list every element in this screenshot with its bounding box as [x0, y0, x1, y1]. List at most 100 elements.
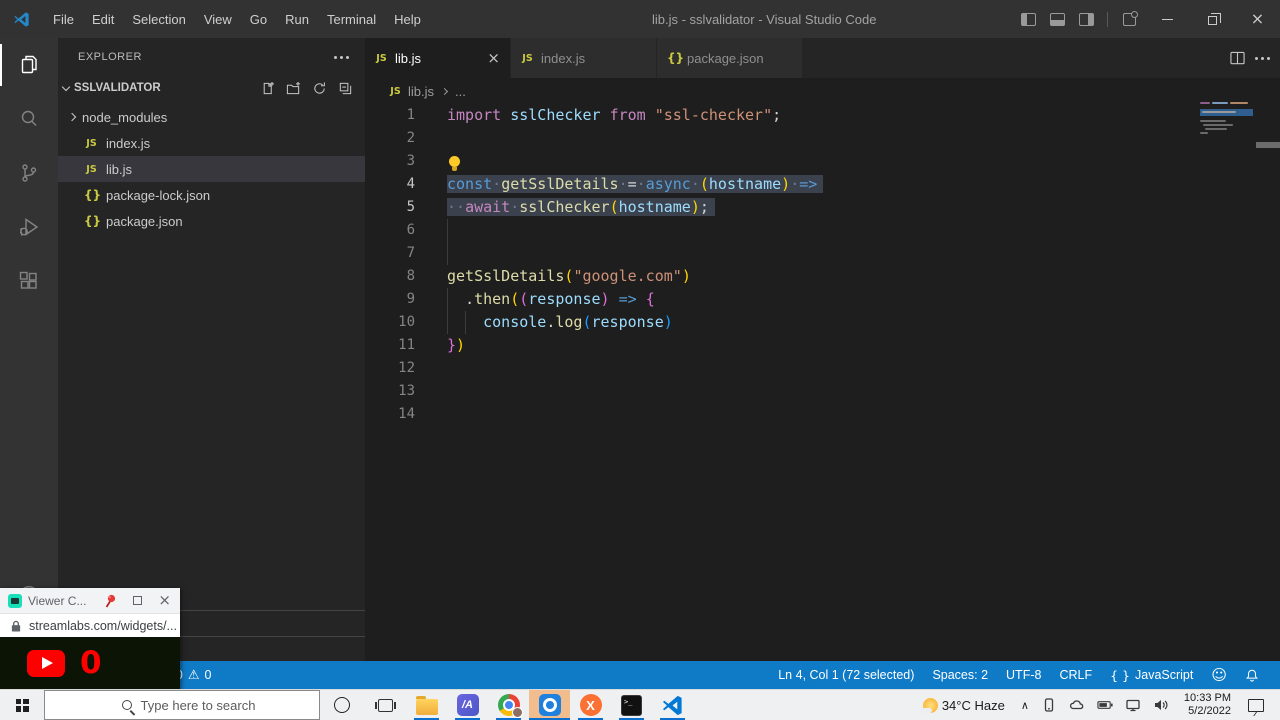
code-line-7[interactable]: 7: [365, 242, 1280, 265]
start-button[interactable]: [0, 690, 44, 720]
popup-close-icon[interactable]: ×: [158, 593, 171, 608]
toggle-panel-icon[interactable]: [1050, 13, 1065, 26]
code-area[interactable]: 1import sslChecker from "ssl-checker";23…: [365, 104, 1280, 426]
breadcrumb-chevron-icon: [441, 87, 448, 94]
popup-maximize-icon[interactable]: [133, 596, 142, 605]
minimize-button[interactable]: [1145, 0, 1190, 38]
status-indentation[interactable]: Spaces: 2: [923, 668, 997, 682]
menu-go[interactable]: Go: [241, 12, 276, 27]
code-line-2[interactable]: 2: [365, 127, 1280, 150]
code-line-3[interactable]: 3: [365, 150, 1280, 173]
activity-source-control[interactable]: [0, 146, 58, 200]
activity-search[interactable]: [0, 92, 58, 146]
menu-selection[interactable]: Selection: [123, 12, 194, 27]
cortana-button[interactable]: [320, 690, 364, 720]
task-view-button[interactable]: [364, 690, 406, 720]
status-encoding[interactable]: UTF-8: [997, 668, 1050, 682]
explorer-more-actions-icon[interactable]: [340, 56, 343, 59]
notifications-bell-icon[interactable]: [1236, 668, 1268, 683]
status-eol[interactable]: CRLF: [1050, 668, 1101, 682]
volume-tray-icon[interactable]: [1147, 690, 1175, 720]
popup-address-bar[interactable]: streamlabs.com/widgets/...: [0, 613, 180, 637]
taskbar-app-xampp[interactable]: X: [570, 690, 611, 720]
close-button[interactable]: ×: [1235, 0, 1280, 38]
breadcrumb[interactable]: JS lib.js ...: [365, 78, 1280, 104]
taskbar-clock[interactable]: 10:33 PM 5/2/2022: [1175, 690, 1240, 720]
onedrive-tray-icon[interactable]: [1063, 690, 1091, 720]
toggle-sidebar-icon[interactable]: [1021, 13, 1036, 26]
code-line-1[interactable]: 1import sslChecker from "ssl-checker";: [365, 104, 1280, 127]
tab-close-icon[interactable]: ×: [487, 51, 500, 66]
new-folder-icon[interactable]: [286, 81, 301, 96]
workspace-section-header[interactable]: SSLVALIDATOR: [58, 76, 365, 100]
code-line-11[interactable]: 11}): [365, 334, 1280, 357]
streamlabs-icon: [539, 694, 561, 716]
code-line-9[interactable]: 9 .then((response) => {: [365, 288, 1280, 311]
viewer-count-popup-window[interactable]: Viewer C... × streamlabs.com/widgets/...…: [0, 588, 180, 689]
taskbar-app-command-prompt[interactable]: >_: [611, 690, 652, 720]
popup-title-bar[interactable]: Viewer C... ×: [0, 588, 180, 613]
taskbar-app-chrome[interactable]: [488, 690, 529, 720]
popup-url[interactable]: streamlabs.com/widgets/...: [29, 619, 177, 633]
code-line-5[interactable]: 5··await·sslChecker(hostname);: [365, 196, 1280, 219]
split-editor-icon[interactable]: [1230, 51, 1245, 65]
menu-view[interactable]: View: [195, 12, 241, 27]
menu-help[interactable]: Help: [385, 12, 430, 27]
pin-icon[interactable]: [104, 594, 117, 608]
network-tray-icon[interactable]: [1119, 690, 1147, 720]
activity-explorer[interactable]: [0, 38, 58, 92]
line-number: 14: [365, 403, 415, 426]
taskbar-app-streamlabs[interactable]: [529, 690, 570, 720]
tray-overflow-chevron[interactable]: ∧: [1015, 690, 1035, 720]
menu-file[interactable]: File: [44, 12, 83, 27]
toggle-secondary-sidebar-icon[interactable]: [1079, 13, 1094, 26]
collapse-folders-icon[interactable]: [338, 81, 353, 96]
tab-lib.js[interactable]: JSlib.js×: [365, 38, 511, 78]
lightbulb-icon[interactable]: [449, 156, 460, 167]
menu-terminal[interactable]: Terminal: [318, 12, 385, 27]
taskbar-app-file-explorer[interactable]: [406, 690, 447, 720]
your-phone-tray-icon[interactable]: [1035, 690, 1063, 720]
code-line-14[interactable]: 14: [365, 403, 1280, 426]
file-package.json[interactable]: {}package.json: [58, 208, 365, 234]
weather-button[interactable]: 34°C Haze: [917, 690, 1015, 720]
breadcrumb-symbol[interactable]: ...: [455, 84, 466, 99]
taskbar-app-vs-code[interactable]: [652, 690, 693, 720]
code-line-4[interactable]: 4const·getSslDetails·=·async·(hostname)·…: [365, 173, 1280, 196]
warnings-count[interactable]: 0: [205, 668, 212, 682]
editor-more-actions-icon[interactable]: [1261, 57, 1264, 60]
action-center-button[interactable]: [1240, 690, 1276, 720]
code-line-12[interactable]: 12: [365, 357, 1280, 380]
menu-edit[interactable]: Edit: [83, 12, 123, 27]
file-package-lock.json[interactable]: {}package-lock.json: [58, 182, 365, 208]
scrollbar-thumb[interactable]: [1256, 142, 1280, 148]
minimap[interactable]: [1200, 100, 1253, 180]
new-file-icon[interactable]: [260, 81, 275, 96]
code-line-13[interactable]: 13: [365, 380, 1280, 403]
status-language[interactable]: { }JavaScript: [1101, 668, 1202, 683]
breadcrumb-file[interactable]: lib.js: [408, 84, 434, 99]
battery-tray-icon[interactable]: [1091, 690, 1119, 720]
feedback-icon[interactable]: ☺: [1202, 666, 1236, 684]
tab-index.js[interactable]: JSindex.js: [511, 38, 657, 78]
taskbar-app-slash-a-app[interactable]: /A: [447, 690, 488, 720]
tab-label: lib.js: [395, 51, 421, 66]
code-line-6[interactable]: 6: [365, 219, 1280, 242]
file-lib.js[interactable]: JSlib.js: [58, 156, 365, 182]
customize-layout-icon[interactable]: [1123, 13, 1136, 26]
restore-button[interactable]: [1190, 0, 1235, 38]
warnings-icon[interactable]: ⚠: [188, 668, 200, 683]
activity-run-debug[interactable]: [0, 200, 58, 254]
file-index.js[interactable]: JSindex.js: [58, 130, 365, 156]
activity-extensions[interactable]: [0, 254, 58, 308]
status-cursor-position[interactable]: Ln 4, Col 1 (72 selected): [769, 668, 923, 682]
tab-package.json[interactable]: {}package.json: [657, 38, 803, 78]
file-label: package-lock.json: [106, 188, 210, 203]
code-line-10[interactable]: 10 console.log(response): [365, 311, 1280, 334]
search-magnifier-icon: [122, 700, 132, 710]
file-node_modules[interactable]: node_modules: [58, 104, 365, 130]
taskbar-search-box[interactable]: Type here to search: [44, 690, 320, 720]
refresh-icon[interactable]: [312, 81, 327, 96]
code-line-8[interactable]: 8getSslDetails("google.com"): [365, 265, 1280, 288]
menu-run[interactable]: Run: [276, 12, 318, 27]
